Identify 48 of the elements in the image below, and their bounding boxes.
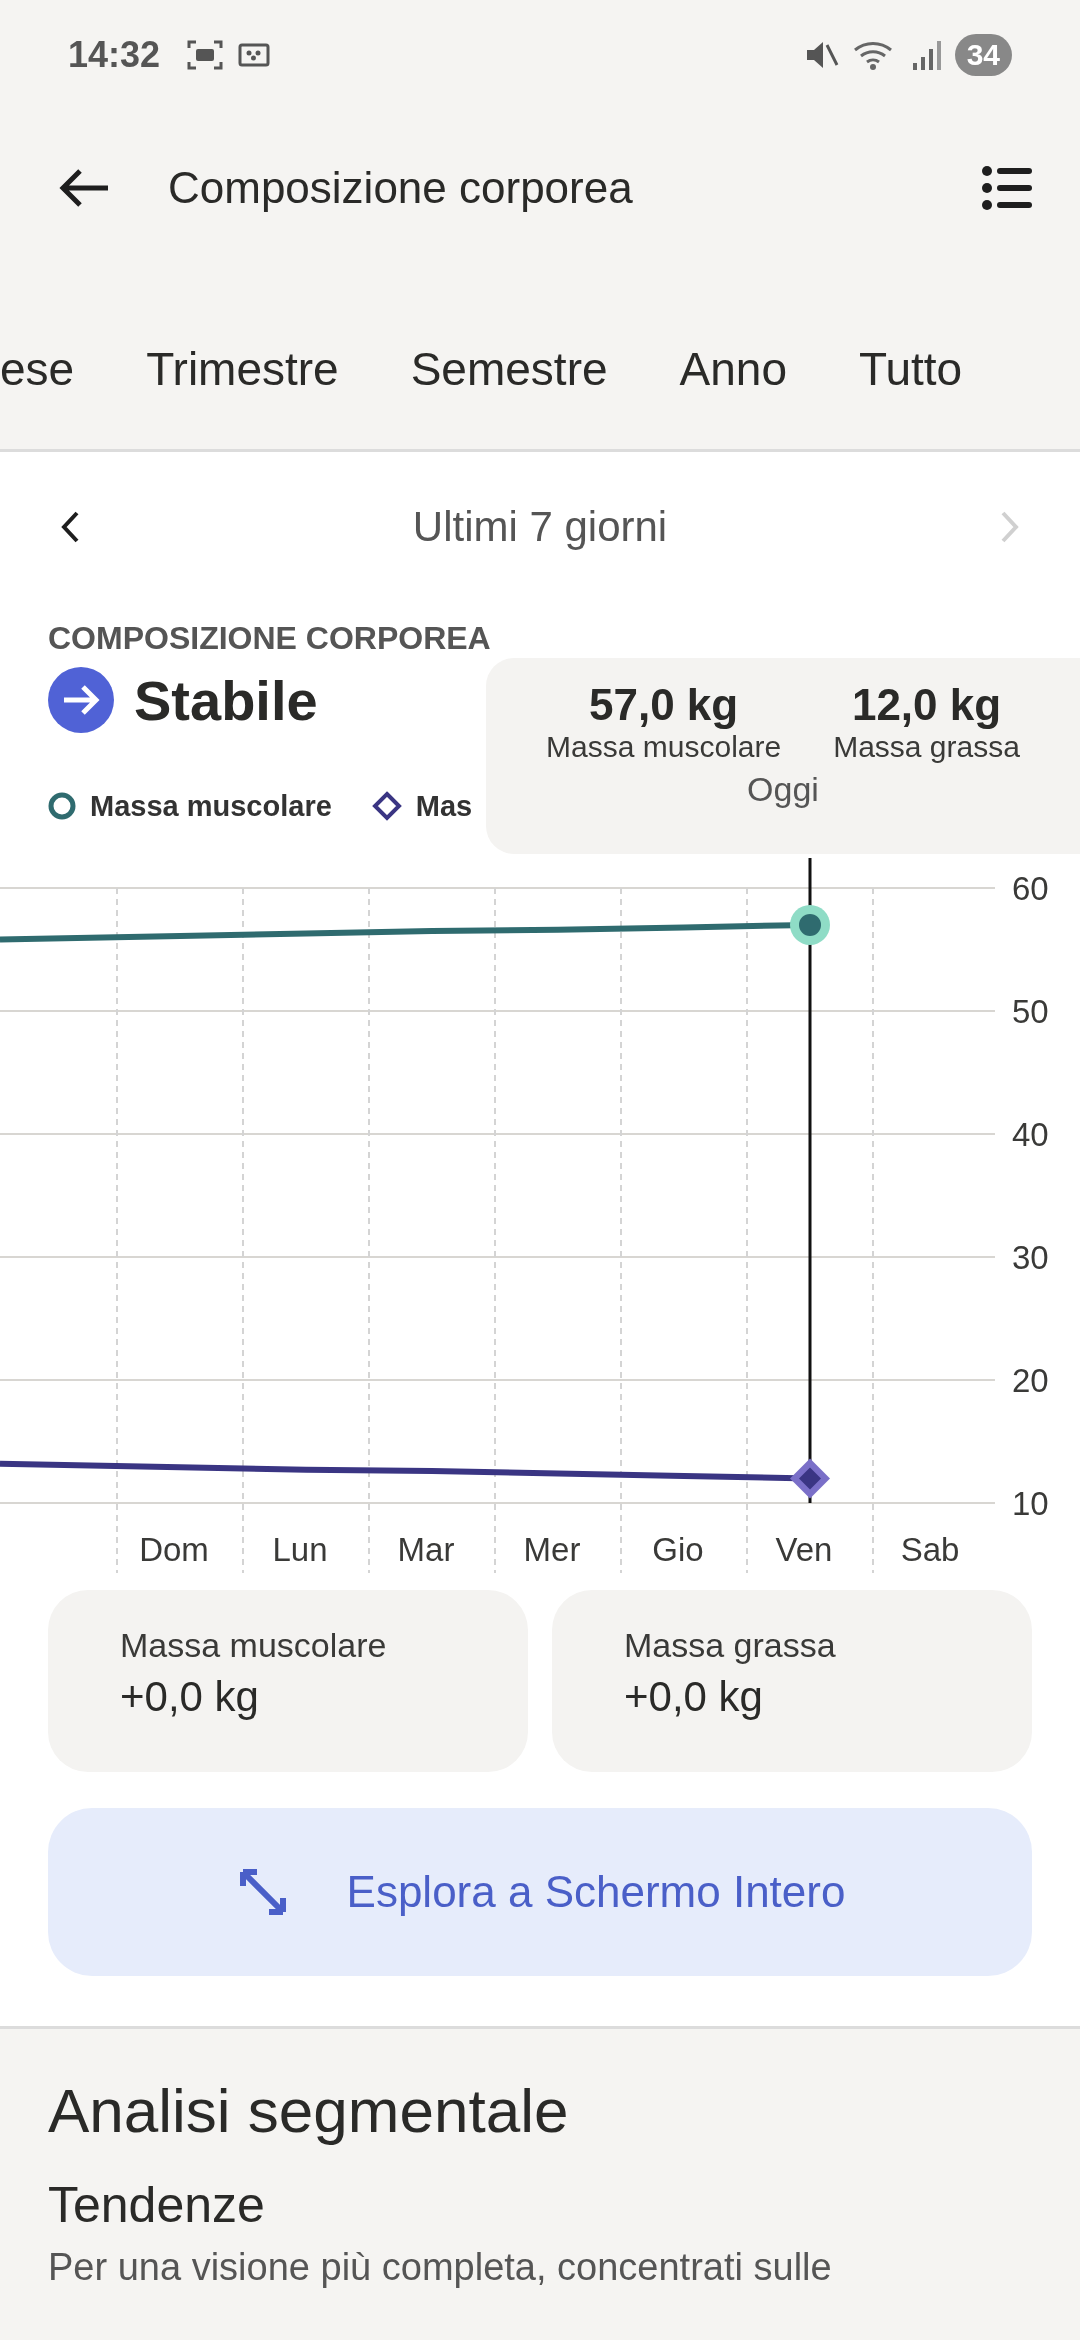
x-axis-label: Gio xyxy=(652,1531,704,1568)
section-text: Per una visione più completa, concentrati sulle xyxy=(48,2246,833,2289)
legend-label: Massa muscolare xyxy=(90,789,332,823)
change-value: +0,0 kg xyxy=(120,1673,260,1721)
x-axis-label: Dom xyxy=(139,1531,209,1568)
diamond-marker xyxy=(790,1458,830,1499)
back-arrow-icon[interactable] xyxy=(58,167,110,208)
list-icon[interactable] xyxy=(982,165,1032,210)
period-tab[interactable]: Semestre xyxy=(410,342,608,396)
x-axis-label: Mer xyxy=(523,1531,581,1568)
tooltip-date: Oggi xyxy=(747,770,819,809)
period-tab[interactable]: ese xyxy=(0,342,75,396)
period-tab[interactable]: Tutto xyxy=(859,342,963,396)
period-tab[interactable]: Anno xyxy=(679,342,787,396)
fullscreen-button[interactable]: Esplora a Schermo Intero xyxy=(48,1808,1032,1976)
gallery-icon xyxy=(238,41,271,69)
y-axis-label: 20 xyxy=(1012,1362,1049,1399)
period-tab[interactable]: Trimestre xyxy=(146,342,339,396)
tooltip-label: Massa muscolare xyxy=(546,730,782,764)
section-subtitle: Tendenze xyxy=(48,2176,266,2234)
battery-indicator: 34 xyxy=(954,34,1012,76)
section-title: Analisi segmentale xyxy=(48,2075,570,2146)
legend-label: Mas xyxy=(415,789,473,823)
x-axis-label: Ven xyxy=(775,1531,833,1568)
mute-icon xyxy=(804,39,839,71)
trend-status: Stabile xyxy=(134,667,318,733)
y-axis-label: 30 xyxy=(1012,1239,1049,1276)
period-label: Ultimi 7 giorni xyxy=(412,503,668,551)
y-axis-label: 10 xyxy=(1012,1485,1049,1522)
previous-icon[interactable] xyxy=(60,510,80,544)
status-time: 14:32 xyxy=(68,34,161,76)
change-label: Massa grassa xyxy=(624,1626,837,1665)
tooltip-label: Massa grassa xyxy=(833,730,1020,764)
section-label: COMPOSIZIONE CORPOREA xyxy=(48,620,492,658)
x-axis-label: Lun xyxy=(272,1531,328,1568)
tooltip-value: 57,0 kg xyxy=(589,680,739,730)
y-axis-label: 40 xyxy=(1012,1116,1049,1153)
x-axis-label: Mar xyxy=(397,1531,455,1568)
page-title: Composizione corporea xyxy=(168,162,633,213)
signal-icon xyxy=(910,39,941,71)
screenshot-icon xyxy=(186,38,225,72)
y-axis-label: 60 xyxy=(1012,870,1049,907)
x-axis-label: Sab xyxy=(900,1531,960,1568)
circle-marker xyxy=(790,904,830,945)
tooltip-value: 12,0 kg xyxy=(851,680,1002,730)
change-value: +0,0 kg xyxy=(624,1673,764,1721)
change-label: Massa muscolare xyxy=(120,1626,388,1665)
y-axis-label: 50 xyxy=(1012,993,1049,1030)
